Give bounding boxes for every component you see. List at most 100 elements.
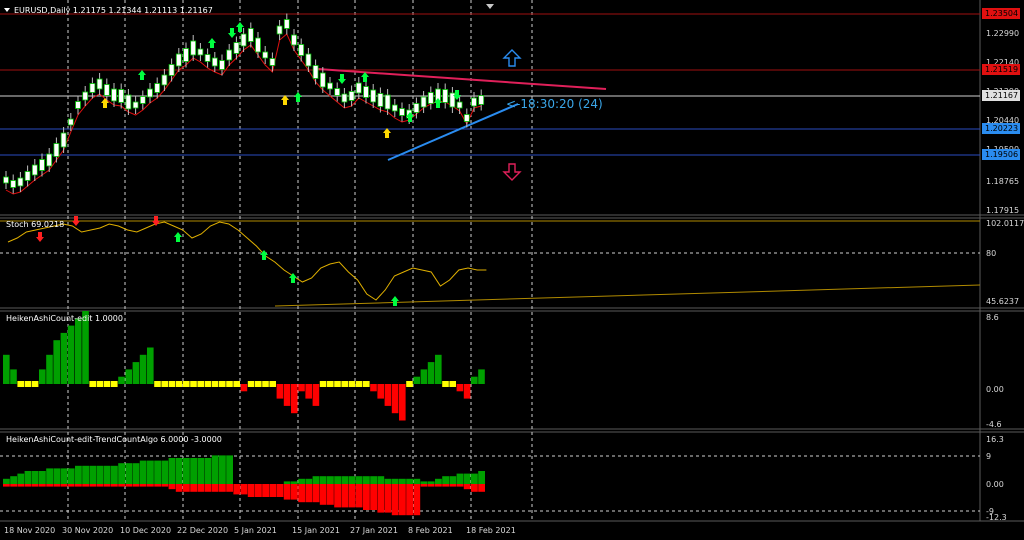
ha-trend-bar	[204, 458, 212, 484]
ha-count-bar	[370, 384, 377, 392]
ha-trend-bar	[82, 465, 89, 484]
ha-count-bar	[233, 381, 240, 387]
ha-counter-bar	[10, 484, 17, 487]
ha-trend-bar	[463, 473, 471, 484]
signal-up-arrow	[174, 232, 182, 242]
ha-counter-bar	[139, 484, 147, 487]
candle-body	[197, 48, 204, 56]
signal-up-arrow	[138, 70, 146, 80]
ha-count-bar	[276, 384, 284, 399]
ha-trend-bar	[154, 460, 161, 484]
ha-trend-bar	[219, 455, 226, 484]
candle-body	[312, 65, 319, 79]
candle-body	[82, 91, 89, 101]
signal-down-arrow	[228, 28, 236, 38]
date-tick: 15 Jan 2021	[292, 526, 340, 535]
candle-body	[204, 54, 211, 62]
ha-count-bar	[355, 381, 363, 387]
arrow-down-outline-icon[interactable]	[502, 163, 522, 181]
candle-body	[75, 101, 81, 109]
ha-counter-bar	[154, 484, 161, 487]
ha-trend-bar	[53, 468, 61, 484]
ha-trend-bar	[89, 465, 97, 484]
ha-count-bar	[247, 381, 255, 387]
ha-counter-bar	[283, 484, 291, 500]
ha-counter-bar	[463, 484, 471, 490]
ha-counter-bar	[334, 484, 341, 508]
ha-counter-bar	[175, 484, 183, 492]
ha-trend-bar	[399, 478, 406, 484]
ha-counter-bar	[355, 484, 363, 508]
candle-body	[471, 97, 477, 107]
ha-trend-bar	[139, 460, 147, 484]
candle-body	[31, 164, 38, 176]
candle-body	[103, 84, 110, 96]
ha-trend-bar	[413, 478, 421, 484]
arrow-up-outline-icon[interactable]	[502, 49, 522, 67]
candle-body	[190, 40, 197, 56]
ha-count-bar	[118, 376, 125, 384]
ha-counter-bar	[435, 484, 442, 487]
ha-trend-bar	[75, 465, 82, 484]
ha-count-bar	[204, 381, 212, 387]
ha-counter-bar	[82, 484, 89, 487]
ha-trend-bar	[175, 458, 183, 484]
candle-body	[183, 48, 189, 62]
shift-marker-icon[interactable]	[486, 4, 494, 9]
candle-body	[154, 83, 161, 93]
stoch-line	[7, 221, 487, 301]
signal-down-arrow	[338, 74, 346, 84]
ha-count-bar	[413, 376, 420, 384]
ha-counter-bar	[190, 484, 197, 492]
ha-count-bar	[147, 347, 154, 384]
ha1-axis-label: 0.00	[986, 385, 1004, 394]
candle-body	[39, 159, 45, 171]
ha2-axis-label: 16.3	[986, 435, 1004, 444]
stochastic-panel[interactable]: Stoch 69.0218 102.0117 80 45.6237	[0, 216, 1024, 307]
signal-up-arrow	[294, 92, 302, 102]
candle-body	[24, 171, 31, 181]
ha2-axis-label: 0.00	[986, 480, 1004, 489]
candle-body	[276, 25, 283, 35]
ha-trend-bar	[46, 468, 53, 484]
price-tick: 1.18765	[986, 177, 1019, 186]
candle-body	[442, 89, 449, 103]
ha-trend-bar	[355, 476, 363, 484]
badge-resistance-top: 1.23504	[985, 9, 1018, 18]
candle-body	[355, 82, 362, 94]
ha-trend-bar	[168, 458, 176, 484]
ha-counter-bar	[31, 484, 39, 487]
ha-count-bar	[363, 381, 370, 387]
menu-triangle-icon[interactable]	[4, 8, 10, 12]
ha-trend-bar	[456, 473, 464, 484]
candle-body	[363, 86, 369, 98]
ha-trend-bar	[312, 476, 320, 484]
ha-trend-bar	[17, 473, 25, 484]
ha-trend-bar	[183, 458, 190, 484]
ha-count-bar	[53, 340, 60, 384]
ha-trend-bar	[283, 481, 291, 484]
ha-counter-bar	[132, 484, 140, 487]
candle-body	[478, 95, 485, 105]
candle-body	[420, 96, 427, 108]
ha-trend-bar	[31, 471, 39, 484]
ha-trend-bar	[60, 468, 68, 484]
date-tick: 27 Jan 2021	[350, 526, 398, 535]
candle-body	[377, 93, 384, 107]
ha-trend-bar	[348, 476, 356, 484]
heiken-ashi-trend-panel[interactable]: HeikenAshiCount-edit-TrendCountAlgo 6.00…	[0, 435, 1007, 522]
ha-trend-bar	[197, 458, 205, 484]
ha-count-bar	[384, 384, 392, 406]
ha-trend-bar	[10, 476, 17, 484]
ha-counter-bar	[420, 484, 428, 487]
ha-counter-bar	[60, 484, 68, 487]
chart-canvas[interactable]: EURUSD,Daily 1.21175 1.21344 1.21113 1.2…	[0, 0, 1024, 540]
ha-count-bar	[103, 381, 111, 387]
ha-counter-bar	[226, 484, 233, 492]
ha-counter-bar	[103, 484, 111, 487]
ha-count-bar	[24, 381, 32, 387]
candle-body	[233, 42, 240, 54]
ha-count-bar	[298, 384, 305, 392]
heiken-ashi-count-panel[interactable]: HeikenAshiCount-edit 1.0000 8.6 0.00 -4.…	[3, 311, 1004, 429]
main-price-panel[interactable]: EURUSD,Daily 1.21175 1.21344 1.21113 1.2…	[0, 4, 1020, 215]
